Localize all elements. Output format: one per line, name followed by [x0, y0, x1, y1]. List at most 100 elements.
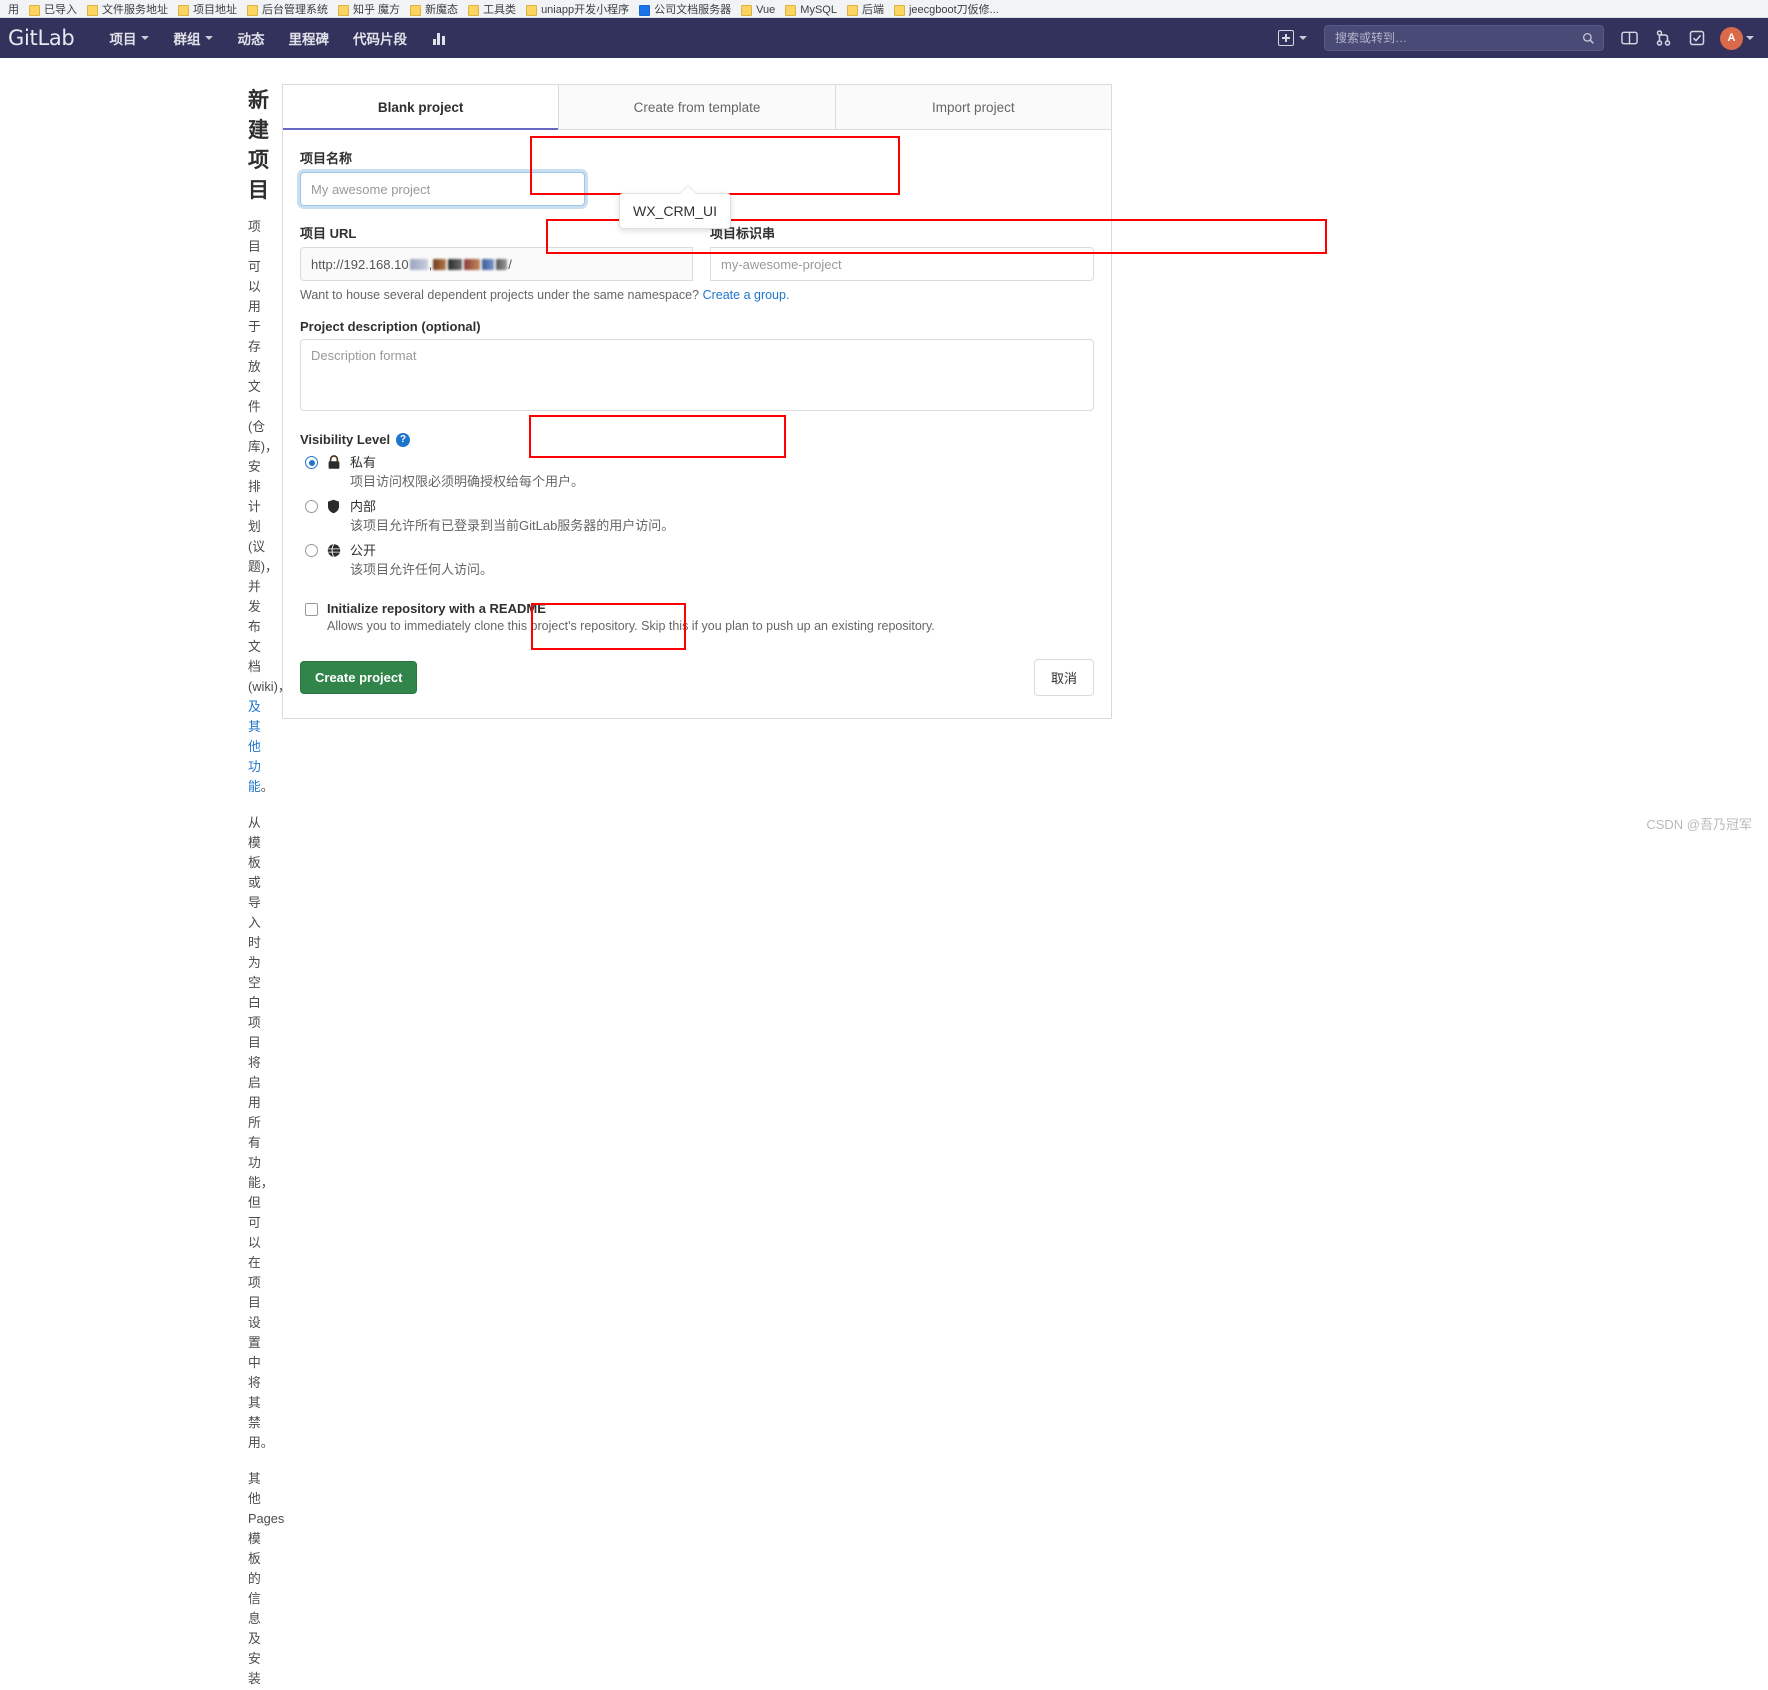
namespace-helper-text: Want to house several dependent projects…: [300, 288, 1094, 302]
project-slug-input[interactable]: [710, 247, 1094, 281]
bookmark-label: MySQL: [800, 4, 837, 16]
site-icon: [639, 4, 651, 16]
folder-icon: [785, 4, 797, 16]
new-project-page: 新建项目 项目可以用于存放文件(仓库)，安排计划(议题)，并发布文档(wiki)…: [0, 58, 1768, 1690]
create-project-button[interactable]: Create project: [300, 661, 418, 694]
project-type-tabs: Blank project Create from template Impor…: [282, 84, 1112, 130]
merge-requests-button[interactable]: [1648, 23, 1678, 53]
chevron-down-icon: [1299, 36, 1307, 40]
bookmark-item[interactable]: 公司文档服务器: [635, 4, 737, 17]
other-features-link[interactable]: 及其他功能: [248, 699, 261, 794]
bookmark-item[interactable]: 用: [4, 4, 25, 17]
gitlab-logo[interactable]: GitLab: [8, 26, 75, 50]
create-group-link[interactable]: Create a group.: [703, 288, 790, 302]
visibility-public-desc: 该项目允许任何人访问。: [350, 562, 494, 577]
browser-bookmarks-bar: 用 已导入 文件服务地址 项目地址 后台管理系统 知乎 魔方 新魔态 工具类 u…: [0, 0, 1768, 18]
new-project-intro: 新建项目 项目可以用于存放文件(仓库)，安排计划(议题)，并发布文档(wiki)…: [0, 84, 292, 1690]
search-box[interactable]: [1324, 25, 1604, 51]
chevron-down-icon: [205, 36, 214, 40]
bookmark-item[interactable]: jeecgboot刀仮修...: [890, 4, 1005, 17]
radio-private[interactable]: [305, 456, 318, 469]
bookmark-label: 知乎 魔方: [353, 4, 401, 16]
redacted-block: [496, 258, 508, 270]
bookmark-label: 工具类: [483, 4, 517, 16]
radio-public[interactable]: [305, 544, 318, 557]
navbar-right-actions: A: [1271, 23, 1758, 53]
folder-icon: [338, 4, 349, 16]
readme-checkbox[interactable]: [305, 603, 318, 616]
project-url-group: 项目 URL http://192.168.10 , /: [300, 223, 693, 281]
nav-item-activity[interactable]: 动态: [226, 22, 275, 54]
folder-icon: [29, 4, 40, 16]
readme-option-row[interactable]: Initialize repository with a README Allo…: [300, 601, 1094, 633]
issues-icon: [1620, 31, 1638, 45]
tab-import-project[interactable]: Import project: [835, 85, 1111, 129]
tab-label: Blank project: [377, 99, 464, 115]
visibility-private-text: 私有 项目访问权限必须明确授权给每个用户。: [350, 453, 584, 491]
intro-paragraph-3: 其他Pages模板的信息及安装指南可以在Pages 入门指南中找到.: [248, 1469, 284, 1690]
nav-item-analytics[interactable]: [420, 25, 458, 51]
bookmark-item[interactable]: Vue: [737, 4, 781, 17]
folder-icon: [87, 4, 98, 16]
redacted-block: [409, 258, 428, 270]
page-title: 新建项目: [248, 89, 270, 202]
project-url-prefix[interactable]: http://192.168.10 , /: [300, 247, 693, 281]
nav-item-milestones[interactable]: 里程碑: [277, 22, 340, 54]
nav-item-projects[interactable]: 项目: [98, 22, 160, 54]
redacted-block: [482, 258, 495, 270]
project-description-textarea[interactable]: [300, 339, 1094, 411]
folder-icon: [741, 4, 753, 16]
visibility-option-public[interactable]: 公开 该项目允许任何人访问。: [300, 535, 1094, 579]
project-name-label: 项目名称: [300, 151, 353, 166]
bookmark-label: jeecgboot刀仮修...: [908, 4, 999, 16]
tab-create-from-template[interactable]: Create from template: [559, 85, 836, 129]
issues-button[interactable]: [1614, 23, 1644, 53]
bookmark-item[interactable]: 文件服务地址: [83, 4, 174, 17]
bookmark-label: 项目地址: [193, 4, 237, 16]
project-name-suggestion-popup[interactable]: WX_CRM_UI: [619, 193, 732, 229]
search-input[interactable]: [1333, 30, 1582, 46]
bookmark-item[interactable]: 项目地址: [174, 4, 243, 17]
bookmark-item[interactable]: uniapp开发小程序: [522, 4, 635, 17]
todos-button[interactable]: [1682, 23, 1712, 53]
merge-request-icon: [1656, 30, 1670, 46]
bookmark-item[interactable]: 后台管理系统: [243, 4, 334, 17]
nav-item-label: 群组: [173, 32, 201, 47]
bookmark-item[interactable]: 后端: [843, 4, 890, 17]
suggestion-text: WX_CRM_UI: [633, 203, 718, 219]
globe-icon: [327, 543, 342, 561]
url-prefix-tail: /: [508, 256, 512, 272]
cancel-button[interactable]: 取消: [1033, 659, 1094, 696]
nav-item-groups[interactable]: 群组: [162, 22, 224, 54]
tab-label: Import project: [932, 99, 1015, 115]
bookmark-item[interactable]: 工具类: [464, 4, 522, 17]
visibility-option-internal[interactable]: 内部 该项目允许所有已登录到当前GitLab服务器的用户访问。: [300, 491, 1094, 535]
intro-paragraph-2: 从模板或导入时为空白项目将启用所有功能，但可以在项目设置中将其禁用。: [248, 815, 274, 1450]
project-name-input[interactable]: [300, 172, 585, 206]
tab-blank-project[interactable]: Blank project: [283, 85, 560, 130]
bookmark-item[interactable]: 新魔态: [406, 4, 464, 17]
visibility-option-private[interactable]: 私有 项目访问权限必须明确授权给每个用户。: [300, 447, 1094, 491]
bookmark-label: 后端: [861, 4, 884, 16]
radio-internal[interactable]: [305, 500, 318, 513]
chart-icon: [431, 31, 447, 45]
visibility-private-name: 私有: [350, 455, 377, 470]
user-menu[interactable]: A: [1716, 24, 1758, 53]
todo-check-icon: [1689, 30, 1705, 46]
intro-p3-text: 其他Pages模板的信息及安装指南可以在: [248, 1471, 285, 1686]
bookmark-label: 已导入: [44, 4, 77, 16]
bookmark-item[interactable]: 已导入: [25, 4, 83, 17]
folder-icon: [410, 4, 422, 16]
folder-icon: [247, 4, 258, 16]
navbar-menu: 项目 群组 动态 里程碑 代码片段: [98, 22, 458, 54]
bookmark-item[interactable]: 知乎 魔方: [334, 4, 406, 17]
help-icon[interactable]: ?: [396, 432, 411, 447]
new-dropdown-button[interactable]: [1271, 25, 1314, 51]
nav-item-snippets[interactable]: 代码片段: [342, 22, 418, 54]
bookmark-label: 文件服务地址: [102, 4, 168, 16]
chevron-down-icon: [141, 36, 150, 40]
new-project-form-column: Blank project Create from template Impor…: [282, 84, 1112, 1690]
bookmark-item[interactable]: MySQL: [781, 4, 843, 17]
visibility-public-name: 公开: [350, 543, 377, 558]
shield-icon: [327, 499, 342, 517]
